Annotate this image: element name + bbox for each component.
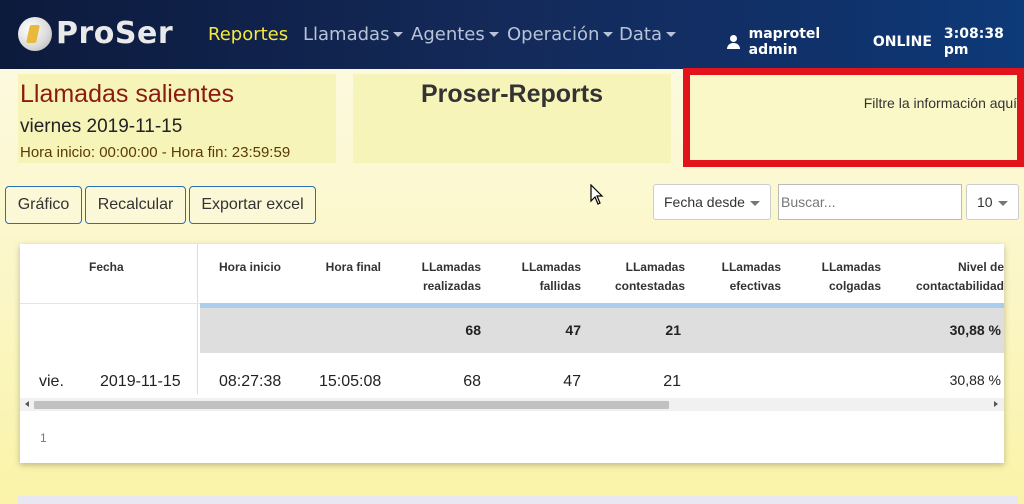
header-contestadas-l1: LLamadas [625, 260, 685, 274]
header-colgadas-l2: colgadas [828, 279, 881, 293]
page-size-value: 10 [977, 194, 993, 210]
chevron-down-icon [750, 201, 760, 206]
top-navbar: ProSer Reportes Llamadas Agentes Operaci… [0, 0, 1024, 69]
header-colgadas[interactable]: LLamadas colgadas [801, 258, 881, 296]
summary-row [200, 308, 1004, 353]
row-fallidas: 47 [563, 373, 581, 390]
summary-fallidas: 47 [565, 322, 581, 338]
brand-name: ProSer [56, 16, 174, 51]
header-fecha[interactable]: Fecha [89, 258, 124, 277]
app-title: Proser-Reports [421, 80, 603, 108]
page-size-select[interactable]: 10 [966, 184, 1019, 220]
proser-logo[interactable]: ProSer [18, 16, 173, 51]
online-status: ONLINE [872, 34, 932, 50]
row-realizadas: 68 [463, 373, 481, 390]
header-efectivas-l2: efectivas [729, 279, 781, 293]
header-nivel[interactable]: Nivel de contactabilidad [904, 258, 1004, 296]
chevron-down-icon [603, 32, 614, 37]
chevron-down-icon [393, 32, 404, 37]
header-realizadas-l2: realizadas [422, 279, 481, 293]
row-contestadas: 21 [663, 373, 681, 390]
user-area[interactable]: maprotel admin ONLINE 3:08:38 pm [727, 26, 1024, 58]
chevron-down-icon [488, 32, 499, 37]
clock-time: 3:08:38 pm [943, 26, 1004, 58]
pagination-page[interactable]: 1 [40, 431, 47, 445]
nav-llamadas-label: Llamadas [303, 24, 390, 45]
header-contestadas[interactable]: LLamadas contestadas [601, 258, 685, 296]
header-nivel-l2: contactabilidad [915, 279, 1004, 293]
header-colgadas-l1: LLamadas [821, 260, 881, 274]
header-fallidas-l1: LLamadas [521, 260, 581, 274]
report-table: Fecha Hora inicio Hora final LLamadas rea… [20, 244, 1004, 463]
summary-nivel: 30,88 % [949, 322, 1001, 338]
filter-panel[interactable]: Filtre la información aquí [683, 68, 1024, 167]
nav-reportes-label: Reportes [208, 24, 289, 45]
report-title: Llamadas salientes [20, 80, 235, 108]
proser-logo-icon [18, 16, 52, 51]
report-hours: Hora inicio: 00:00:00 - Hora fin: 23:59:… [20, 144, 291, 161]
scrollbar-thumb[interactable] [34, 401, 669, 409]
summary-contestadas: 21 [665, 322, 681, 338]
user-icon [727, 35, 740, 49]
summary-realizadas: 68 [465, 322, 481, 338]
header-hora-final[interactable]: Hora final [310, 258, 381, 277]
footer-strip [18, 496, 1018, 504]
chevron-down-icon [665, 32, 676, 37]
chevron-down-icon [998, 201, 1008, 206]
nav-data[interactable]: Data [619, 24, 676, 45]
export-excel-button[interactable]: Exportar excel [189, 186, 316, 224]
header-contestadas-l2: contestadas [614, 279, 685, 293]
header-efectivas-l1: LLamadas [721, 260, 781, 274]
header-hora-inicio[interactable]: Hora inicio [210, 258, 281, 277]
header-fallidas-l2: fallidas [539, 279, 581, 293]
date-filter-select[interactable]: Fecha desde [653, 184, 771, 220]
nav-operacion[interactable]: Operación [507, 24, 614, 45]
header-efectivas[interactable]: LLamadas efectivas [701, 258, 781, 296]
column-divider [197, 244, 198, 394]
date-filter-value: Fecha desde [664, 194, 745, 210]
row-dia: vie. [39, 373, 64, 390]
filter-hint: Filtre la información aquí [863, 95, 1017, 111]
report-date: viernes 2019-11-15 [20, 116, 183, 137]
row-hora-inicio: 08:27:38 [219, 373, 282, 390]
app-title-panel: Proser-Reports [353, 74, 671, 163]
header-fallidas[interactable]: LLamadas fallidas [501, 258, 581, 296]
nav-reportes[interactable]: Reportes [208, 24, 288, 45]
row-nivel: 30,88 % [949, 372, 1001, 388]
nav-agentes-label: Agentes [411, 24, 485, 45]
scroll-left-icon[interactable] [25, 401, 29, 407]
user-name: maprotel admin [748, 26, 821, 58]
header-realizadas[interactable]: LLamadas realizadas [401, 258, 481, 296]
header-nivel-l1: Nivel de [957, 260, 1004, 274]
report-info-panel: Llamadas salientes viernes 2019-11-15 Ho… [18, 74, 336, 163]
row-fecha: 2019-11-15 [100, 373, 181, 390]
nav-agentes[interactable]: Agentes [411, 24, 499, 45]
nav-llamadas[interactable]: Llamadas [303, 24, 404, 45]
nav-operacion-label: Operación [507, 24, 600, 45]
scroll-right-icon[interactable] [994, 401, 998, 407]
nav-data-label: Data [619, 24, 662, 45]
recalculate-button[interactable]: Recalcular [85, 186, 186, 224]
header-realizadas-l1: LLamadas [421, 260, 481, 274]
search-input[interactable] [778, 184, 962, 220]
row-hora-final: 15:05:08 [319, 373, 382, 390]
mouse-cursor-icon [590, 184, 604, 205]
chart-button[interactable]: Gráfico [5, 186, 82, 224]
